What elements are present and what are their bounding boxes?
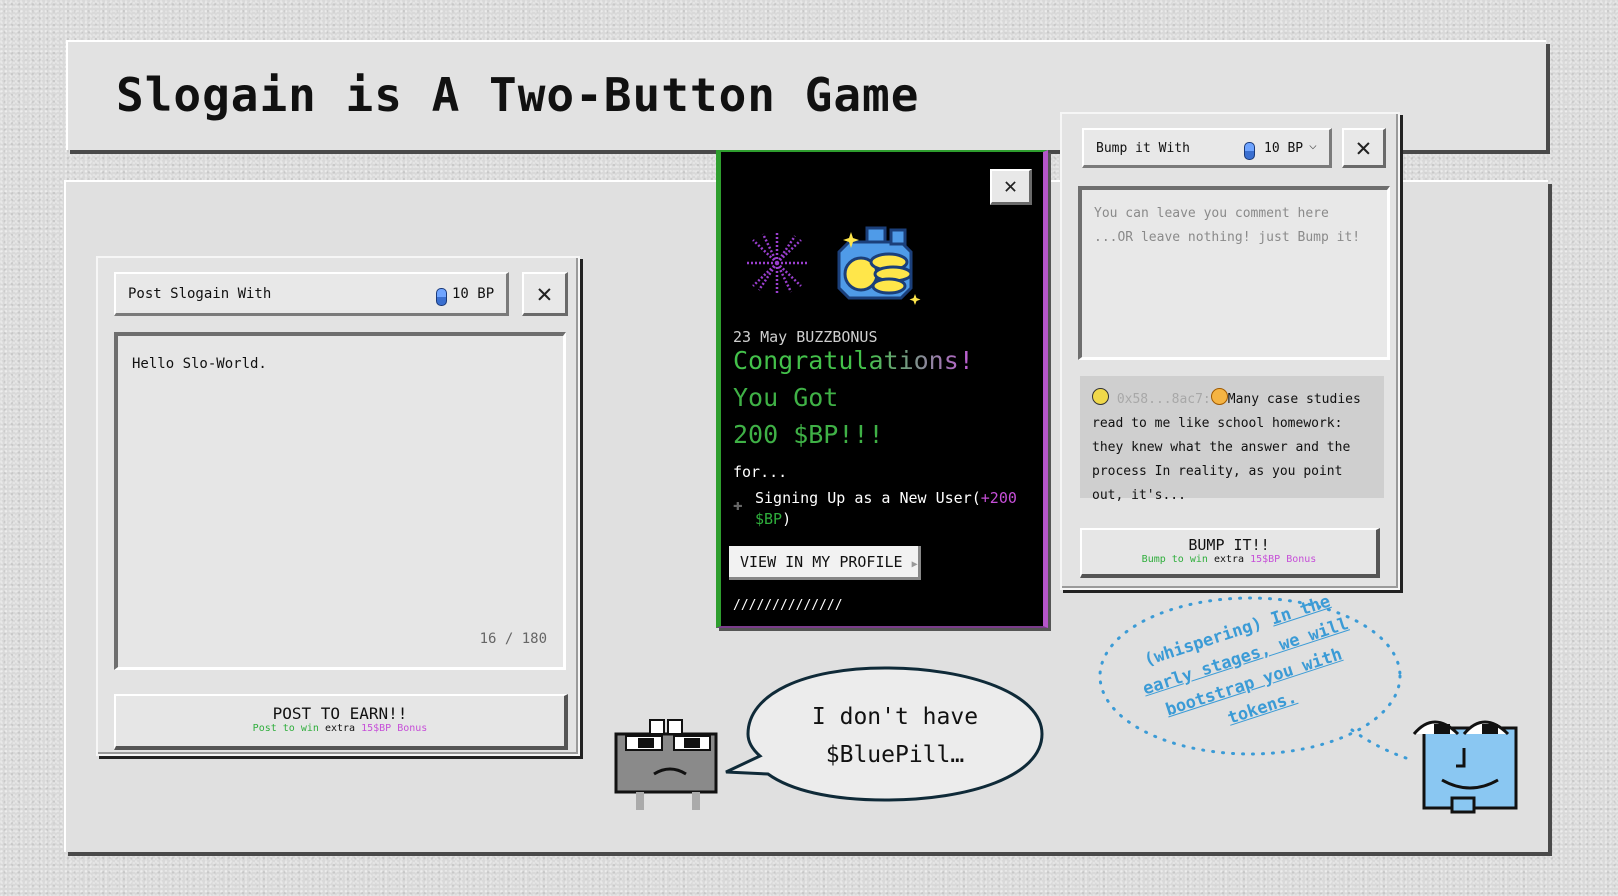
bump-button-label: BUMP IT!! xyxy=(1188,536,1270,554)
bump-currency-selector[interactable]: Bump it With 10 BP ⌵ xyxy=(1082,128,1332,168)
reward-reason: ✚ Signing Up as a New User(+200 $BP) xyxy=(733,488,1023,530)
bonus-amount: 15$BP Bonus xyxy=(361,723,428,734)
user-avatar-icon xyxy=(1092,388,1109,405)
bump-window: Bump it With 10 BP ⌵ ✕ You can leave you… xyxy=(1060,112,1400,590)
page-title: Slogain is A Two-Button Game xyxy=(116,68,920,122)
bump-close-button[interactable]: ✕ xyxy=(1342,128,1386,168)
post-to-earn-button[interactable]: POST TO EARN!! Post to win extra 15$BP B… xyxy=(114,694,568,750)
close-icon: ✕ xyxy=(1355,132,1372,163)
chevron-down-icon: ⌵ xyxy=(1309,138,1317,153)
bump-comment-input[interactable]: You can leave you comment here ...OR lea… xyxy=(1078,186,1390,360)
bump-selector-label: Bump it With xyxy=(1096,141,1190,156)
bonus-mid: extra xyxy=(1213,554,1245,565)
close-icon: ✕ xyxy=(536,278,553,309)
comment-address: 0x58...8ac7: xyxy=(1116,392,1211,407)
post-text-area[interactable]: Hello Slo-World. 16 / 180 xyxy=(114,332,566,670)
coin-mascot-icon xyxy=(837,226,921,305)
close-icon: ✕ xyxy=(1003,174,1018,199)
congrats-line-3: 200 $BP!!! xyxy=(733,420,884,449)
arrow-right-icon: ▶ xyxy=(911,559,918,570)
for-label: for... xyxy=(733,463,788,481)
bump-it-button[interactable]: BUMP IT!! Bump to win extra 15$BP Bonus xyxy=(1080,528,1380,578)
speech-bubble-text: I don't have $BluePill… xyxy=(811,704,979,768)
bonus-mid: extra xyxy=(324,723,356,734)
char-counter: 16 / 180 xyxy=(479,631,547,647)
reason-bonus-amount: +200 xyxy=(980,489,1017,507)
post-bonus-note: Post to win extra 15$BP Bonus xyxy=(116,723,564,734)
comment-text: Many case studies read to me like school… xyxy=(1092,392,1361,503)
congrats-line-1: Congratulations! xyxy=(733,342,974,379)
popup-footer-decoration: ////////////// xyxy=(733,598,843,613)
bonus-amount: 15$BP Bonus xyxy=(1250,554,1317,565)
blue-mascot-icon xyxy=(1412,720,1518,814)
reason-bonus-unit: $BP xyxy=(755,510,783,528)
reward-popup: ✕ 23 May BUZZBONUS Congratulations! You … xyxy=(716,150,1048,628)
popup-close-button[interactable]: ✕ xyxy=(990,169,1032,205)
reason-close: ) xyxy=(782,510,792,528)
bluepill-icon xyxy=(1244,140,1255,160)
fireworks-icon xyxy=(745,232,809,294)
congrats-line-2: You Got xyxy=(733,383,839,412)
sad-mascot-icon xyxy=(614,719,718,810)
post-text-value: Hello Slo-World. xyxy=(132,356,267,372)
post-close-button[interactable]: ✕ xyxy=(522,272,568,316)
view-profile-label: VIEW IN MY PROFILE xyxy=(740,553,903,571)
plus-icon: ✚ xyxy=(733,495,743,514)
post-amount: 10 BP xyxy=(452,286,495,302)
bump-comment-placeholder: You can leave you comment here ...OR lea… xyxy=(1094,206,1361,245)
bonus-prefix: Post to win xyxy=(252,723,319,734)
bump-bonus-note: Bump to win extra 15$BP Bonus xyxy=(1082,554,1376,565)
bump-amount: 10 BP xyxy=(1264,141,1304,156)
bluepill-icon xyxy=(436,286,447,306)
reason-text: Signing Up as a New User( xyxy=(755,489,981,507)
post-currency-selector[interactable]: Post Slogain With 10 BP xyxy=(114,272,509,316)
post-button-label: POST TO EARN!! xyxy=(272,704,408,723)
bonus-prefix: Bump to win xyxy=(1141,554,1208,565)
post-selector-label: Post Slogain With xyxy=(128,286,272,302)
view-profile-button[interactable]: VIEW IN MY PROFILE ▶ xyxy=(729,546,921,580)
post-window: Post Slogain With 10 BP ✕ Hello Slo-Worl… xyxy=(96,256,580,756)
congrats-text: Congratulations! xyxy=(733,346,974,375)
smile-icon xyxy=(1210,388,1228,405)
comment-preview: 0x58...8ac7: Many case studies read to me… xyxy=(1080,376,1384,503)
